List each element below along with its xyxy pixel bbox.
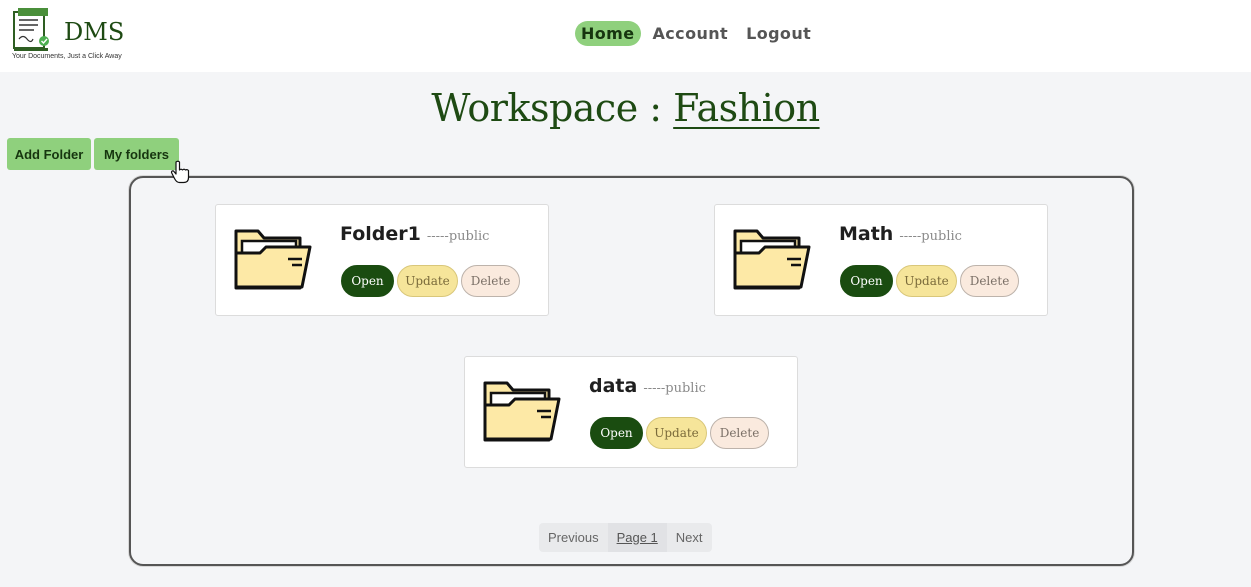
folder-actions: Open Update Delete xyxy=(840,265,1019,297)
folder-name-text: data xyxy=(589,375,638,397)
update-button[interactable]: Update xyxy=(646,417,707,449)
folder-name: Math -----public xyxy=(839,223,962,245)
dms-logo[interactable]: DMS Your Documents, Just a Click Away xyxy=(10,8,140,64)
current-page-link[interactable]: Page 1 xyxy=(607,523,667,552)
pagination: Previous Page 1 Next xyxy=(539,523,712,552)
folder-icon xyxy=(483,381,561,442)
next-page-button[interactable]: Next xyxy=(667,523,712,552)
delete-button[interactable]: Delete xyxy=(960,265,1019,297)
nav-home[interactable]: Home xyxy=(575,21,641,46)
nav-logout[interactable]: Logout xyxy=(740,21,817,46)
open-button[interactable]: Open xyxy=(590,417,643,449)
folder-icon xyxy=(234,229,312,290)
delete-button[interactable]: Delete xyxy=(710,417,769,449)
folder-card: data -----public Open Update Delete xyxy=(464,356,798,468)
folder-card: Folder1 -----public Open Update Delete xyxy=(215,204,549,316)
top-navbar: DMS Your Documents, Just a Click Away Ho… xyxy=(0,0,1251,72)
page-title: Workspace : Fashion xyxy=(0,86,1251,130)
folder-name: data -----public xyxy=(589,375,706,397)
hand-pointer-cursor-icon xyxy=(170,160,190,184)
folder-visibility: -----public xyxy=(899,229,962,244)
folder-visibility: -----public xyxy=(643,381,706,396)
logo-tagline: Your Documents, Just a Click Away xyxy=(12,53,122,60)
folder-visibility: -----public xyxy=(426,229,490,244)
document-logo-icon xyxy=(13,8,49,51)
main-nav: Home Account Logout xyxy=(575,21,817,46)
folder-actions: Open Update Delete xyxy=(341,265,520,297)
open-button[interactable]: Open xyxy=(341,265,394,297)
folder-card: Math -----public Open Update Delete xyxy=(714,204,1048,316)
add-folder-button[interactable]: Add Folder xyxy=(7,138,91,170)
previous-page-button[interactable]: Previous xyxy=(539,523,608,552)
logo-text: DMS xyxy=(64,18,125,46)
delete-button[interactable]: Delete xyxy=(461,265,520,297)
folder-actions: Open Update Delete xyxy=(590,417,769,449)
folder-name-text: Math xyxy=(839,223,894,245)
folder-icon xyxy=(733,229,811,290)
workspace-name-link[interactable]: Fashion xyxy=(673,86,820,130)
folder-name: Folder1 -----public xyxy=(340,223,489,245)
update-button[interactable]: Update xyxy=(397,265,458,297)
my-folders-button[interactable]: My folders xyxy=(94,138,179,170)
title-prefix: Workspace : xyxy=(431,86,674,130)
update-button[interactable]: Update xyxy=(896,265,957,297)
folder-name-text: Folder1 xyxy=(340,223,421,245)
nav-account[interactable]: Account xyxy=(647,21,735,46)
open-button[interactable]: Open xyxy=(840,265,893,297)
